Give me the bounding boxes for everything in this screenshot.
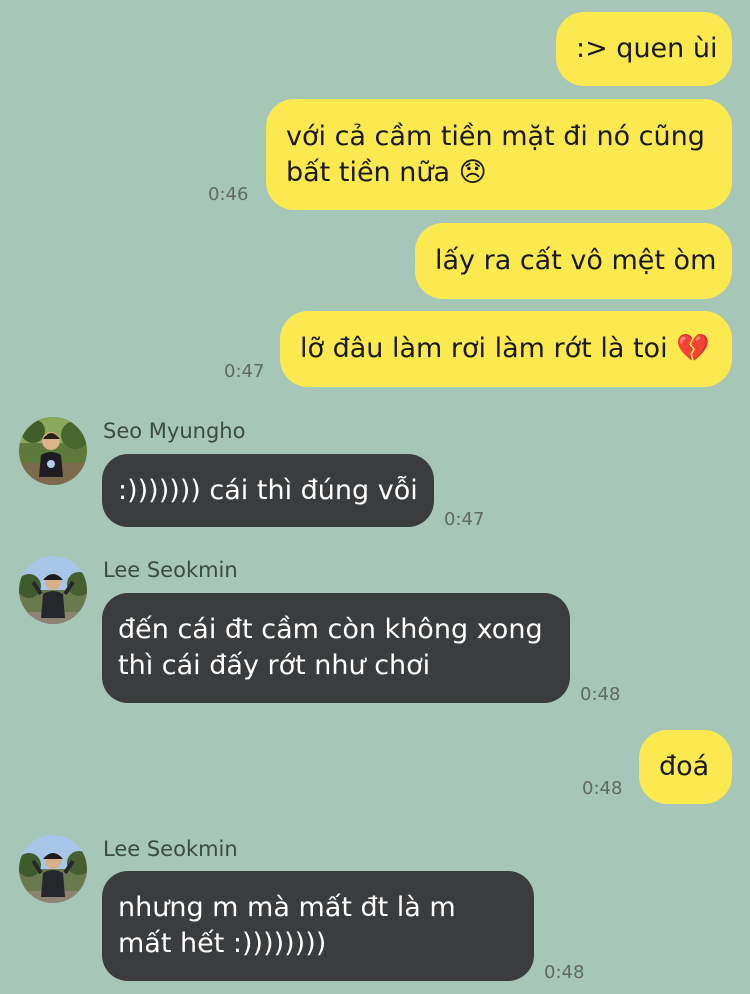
profile-photo-icon — [19, 835, 87, 903]
outgoing-message-bubble[interactable]: :> quen ùi — [556, 12, 732, 86]
incoming-message-bubble[interactable]: nhưng m mà mất đt là m mất hết :)))))))) — [102, 871, 534, 981]
sender-name: Lee Seokmin — [103, 837, 238, 861]
sender-name: Seo Myungho — [103, 419, 246, 443]
incoming-message-bubble[interactable]: :))))))) cái thì đúng vỗi — [102, 454, 434, 527]
message-timestamp: 0:47 — [444, 509, 485, 530]
message-text: :))))))) cái thì đúng vỗi — [118, 474, 418, 506]
message-text: lỡ đâu làm rơi làm rớt là toi 💔 — [300, 333, 710, 364]
message-text: với cả cầm tiền mặt đi nó cũng bất tiền … — [286, 120, 705, 188]
message-text: :> quen ùi — [576, 33, 718, 64]
outgoing-message-bubble[interactable]: lỡ đâu làm rơi làm rớt là toi 💔 — [280, 311, 732, 387]
profile-photo-icon — [19, 556, 87, 624]
profile-photo-icon — [19, 417, 87, 485]
message-timestamp: 0:48 — [544, 962, 585, 983]
sender-avatar[interactable] — [19, 835, 87, 903]
message-text: đoá — [659, 751, 710, 782]
sender-name: Lee Seokmin — [103, 558, 238, 582]
sender-avatar[interactable] — [19, 556, 87, 624]
sender-avatar[interactable] — [19, 417, 87, 485]
outgoing-message-bubble[interactable]: lấy ra cất vô mệt òm — [415, 223, 732, 299]
incoming-message-bubble[interactable]: đến cái đt cầm còn không xong thì cái đấ… — [102, 593, 570, 703]
outgoing-message-bubble[interactable]: đoá — [639, 730, 732, 804]
message-text: lấy ra cất vô mệt òm — [435, 245, 717, 276]
message-text: đến cái đt cầm còn không xong thì cái đấ… — [118, 614, 543, 681]
outgoing-message-bubble[interactable]: với cả cầm tiền mặt đi nó cũng bất tiền … — [266, 99, 732, 210]
message-text: nhưng m mà mất đt là m mất hết :)))))))) — [118, 892, 456, 959]
message-timestamp: 0:48 — [582, 778, 623, 799]
message-timestamp: 0:48 — [580, 684, 621, 705]
message-timestamp: 0:47 — [224, 361, 265, 382]
message-timestamp: 0:46 — [208, 184, 249, 205]
chat-thread: :> quen ùi 0:46 với cả cầm tiền mặt đi n… — [0, 0, 750, 994]
